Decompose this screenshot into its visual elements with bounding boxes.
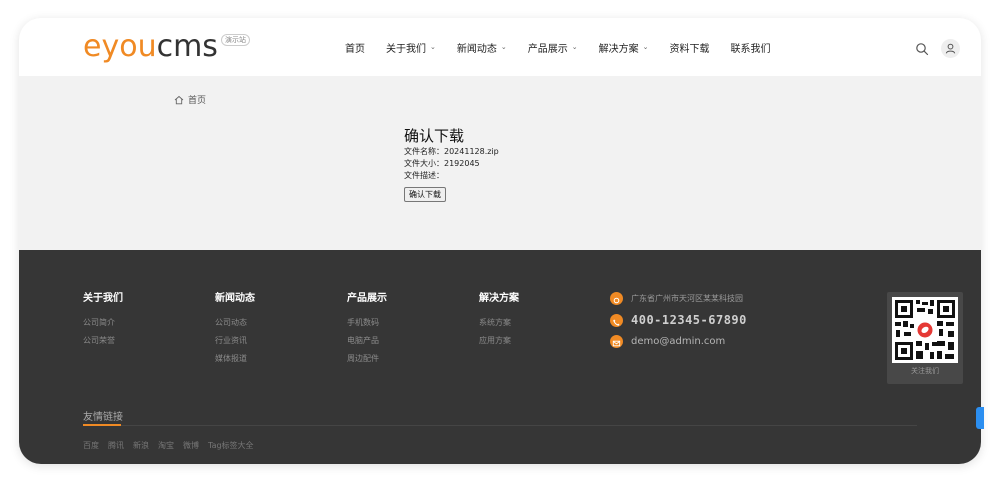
friend-links-underline — [83, 424, 121, 426]
footer-link[interactable]: 电脑产品 — [347, 336, 387, 346]
chevron-down-icon: ⌄ — [642, 43, 649, 51]
friend-link[interactable]: 新浪 — [133, 440, 149, 451]
logo-main: eyou — [83, 29, 157, 64]
footer-col-products: 产品展示 手机数码 电脑产品 周边配件 — [347, 292, 387, 372]
nav-item-downloads[interactable]: 资料下载 — [670, 40, 710, 55]
footer-link[interactable]: 系统方案 — [479, 318, 519, 328]
footer-col-solutions: 解决方案 系统方案 应用方案 — [479, 292, 519, 354]
footer-col-about: 关于我们 公司简介 公司荣誉 — [83, 292, 123, 354]
side-float-tab[interactable] — [976, 407, 984, 429]
confirm-download-button[interactable]: 确认下载 — [404, 187, 446, 202]
nav-item-solutions[interactable]: 解决方案 ⌄ — [599, 40, 649, 55]
footer-link[interactable]: 应用方案 — [479, 336, 519, 346]
nav-label: 产品展示 — [527, 43, 568, 55]
logo-sub: cms — [156, 29, 218, 64]
page-frame: eyou cms 演示站 首页 关于我们 ⌄ 新闻动态 ⌄ 产品展示 ⌄ 解决方… — [19, 18, 981, 464]
phone-icon — [610, 313, 623, 327]
email-row: demo@admin.com — [610, 335, 747, 348]
logo-badge: 演示站 — [220, 34, 250, 46]
nav-label: 关于我们 — [386, 43, 426, 55]
nav-item-products[interactable]: 产品展示 ⌄ — [528, 40, 578, 55]
phone-row: 400-12345-67890 — [610, 313, 747, 327]
qr-card: 关注我们 — [887, 292, 963, 384]
chevron-down-icon: ⌄ — [430, 43, 436, 51]
file-size: 文件大小：2192045 — [404, 159, 480, 168]
nav-item-news[interactable]: 新闻动态 ⌄ — [457, 40, 507, 55]
nav-item-contact[interactable]: 联系我们 — [731, 40, 771, 55]
user-icon — [945, 43, 956, 54]
nav-label: 联系我们 — [730, 43, 771, 55]
friend-links: 百度 腾讯 新浪 淘宝 微博 Tag标签大全 — [83, 440, 263, 451]
footer-link[interactable]: 公司简介 — [83, 318, 123, 328]
mail-icon — [610, 335, 623, 348]
footer-col-title[interactable]: 新闻动态 — [215, 292, 255, 306]
nav-label: 资料下载 — [669, 43, 710, 55]
main-nav: 首页 关于我们 ⌄ 新闻动态 ⌄ 产品展示 ⌄ 解决方案 ⌄ 资料下载 联系我们 — [345, 18, 792, 76]
divider — [83, 425, 917, 426]
chevron-down-icon: ⌄ — [571, 43, 578, 51]
footer-link[interactable]: 行业资讯 — [215, 336, 255, 346]
footer-link[interactable]: 手机数码 — [347, 318, 387, 328]
friend-link[interactable]: 微博 — [183, 440, 199, 451]
footer-link[interactable]: 周边配件 — [347, 354, 387, 364]
address-row: 广东省广州市天河区某某科技园 — [610, 292, 747, 305]
download-title: 确认下载 — [404, 127, 465, 145]
friend-link[interactable]: Tag标签大全 — [208, 440, 254, 451]
friend-link[interactable]: 腾讯 — [108, 440, 124, 451]
qr-label: 关注我们 — [911, 367, 939, 375]
phone-number[interactable]: 400-12345-67890 — [631, 313, 747, 327]
nav-label: 首页 — [345, 43, 365, 55]
file-name: 文件名称：20241128.zip — [404, 147, 499, 156]
nav-item-about[interactable]: 关于我们 ⌄ — [386, 40, 436, 55]
friend-links-title: 友情链接 — [83, 412, 123, 423]
nav-item-home[interactable]: 首页 — [345, 40, 365, 55]
footer-col-title[interactable]: 解决方案 — [479, 292, 519, 306]
footer-col-news: 新闻动态 公司动态 行业资讯 媒体报道 — [215, 292, 255, 372]
friend-link[interactable]: 百度 — [83, 440, 99, 451]
friend-link[interactable]: 淘宝 — [158, 440, 174, 451]
site-header: eyou cms 演示站 首页 关于我们 ⌄ 新闻动态 ⌄ 产品展示 ⌄ 解决方… — [19, 18, 981, 76]
breadcrumb-home[interactable]: 首页 — [188, 93, 206, 106]
email-address[interactable]: demo@admin.com — [631, 336, 725, 347]
home-icon — [174, 95, 184, 104]
nav-label: 解决方案 — [598, 43, 639, 55]
download-panel: 确认下载 文件名称：20241128.zip 文件大小：2192045 文件描述… — [404, 126, 499, 202]
footer-link[interactable]: 公司荣誉 — [83, 336, 123, 346]
qr-code-icon — [892, 297, 958, 363]
search-icon[interactable] — [915, 42, 929, 56]
contact-info: 广东省广州市天河区某某科技园 400-12345-67890 demo@admi… — [610, 292, 747, 356]
nav-label: 新闻动态 — [456, 43, 497, 55]
footer-link[interactable]: 公司动态 — [215, 318, 255, 328]
footer-col-title[interactable]: 产品展示 — [347, 292, 387, 306]
file-description: 文件描述： — [404, 171, 444, 180]
user-button[interactable] — [941, 39, 960, 58]
logo[interactable]: eyou cms 演示站 — [83, 30, 250, 64]
address-text: 广东省广州市天河区某某科技园 — [631, 294, 743, 303]
location-icon — [610, 292, 623, 305]
footer-link[interactable]: 媒体报道 — [215, 354, 255, 364]
chevron-down-icon: ⌄ — [500, 43, 507, 51]
breadcrumb: 首页 — [174, 93, 206, 106]
site-footer: 关于我们 公司简介 公司荣誉 新闻动态 公司动态 行业资讯 媒体报道 产品展示 … — [19, 250, 981, 464]
footer-col-title[interactable]: 关于我们 — [83, 292, 123, 306]
